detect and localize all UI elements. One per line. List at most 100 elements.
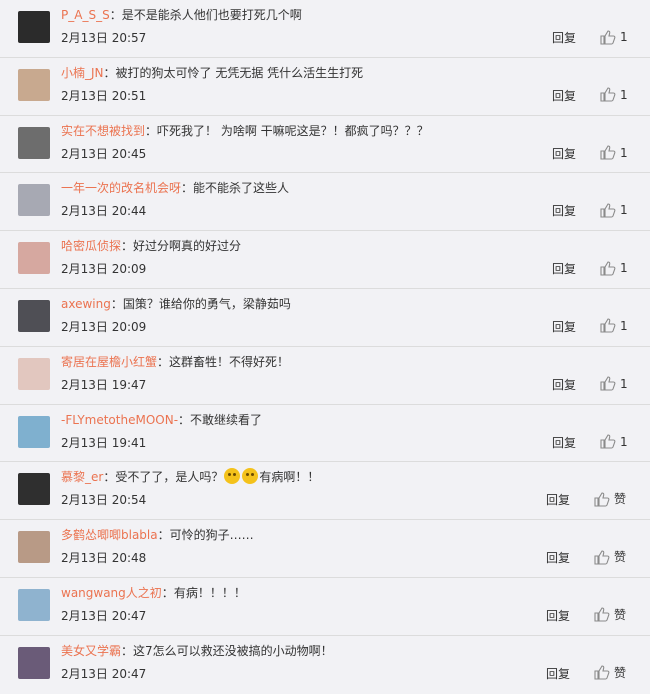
avatar[interactable]	[18, 68, 50, 101]
comment-username[interactable]: 小楠_JN	[61, 66, 104, 80]
comment-username[interactable]: 美女又学霸	[61, 644, 121, 658]
like-button[interactable]: 1	[600, 434, 628, 450]
comment-text-after: 有病啊！！	[259, 470, 320, 485]
like-button[interactable]: 1	[600, 87, 628, 103]
avatar[interactable]	[18, 184, 50, 217]
crying-emoji-icon	[224, 468, 241, 485]
reply-button[interactable]: 回复	[552, 319, 576, 335]
reply-button[interactable]: 回复	[552, 261, 576, 277]
avatar[interactable]	[18, 357, 50, 390]
comment-username[interactable]: wangwang人之初	[61, 586, 162, 600]
thumbs-up-icon	[600, 434, 616, 449]
like-count: 1	[620, 434, 628, 449]
comment-text: 这7怎么可以救还没被搞的小动物啊！	[133, 643, 333, 658]
avatar[interactable]	[18, 11, 50, 43]
like-count: 1	[620, 30, 628, 44]
comment-text: 是不是能杀人他们也要打死几个啊	[121, 8, 302, 22]
comment-item: P_A_S_S：是不是能杀人他们也要打死几个啊 2月13日 20:57 回复 1	[0, 0, 650, 58]
comment-list: P_A_S_S：是不是能杀人他们也要打死几个啊 2月13日 20:57 回复 1…	[0, 0, 650, 694]
avatar[interactable]	[18, 588, 50, 621]
comment-timestamp: 2月13日 20:09	[61, 262, 147, 277]
comment-username[interactable]: 慕黎_er	[61, 470, 103, 484]
reply-button[interactable]: 回复	[546, 550, 570, 566]
comment-item: 寄居在屋檐小红蟹：这群畜牲！不得好死！ 2月13日 19:47 回复 1	[0, 347, 650, 405]
avatar[interactable]	[18, 242, 50, 275]
thumbs-up-icon	[594, 550, 610, 565]
thumbs-up-icon	[600, 29, 616, 45]
like-button[interactable]: 1	[600, 260, 628, 276]
comment-item: -FLYmetotheMOON-：不敢继续看了 2月13日 19:41 回复 1	[0, 405, 650, 463]
like-button[interactable]: 赞	[594, 607, 626, 623]
comment-username[interactable]: P_A_S_S	[61, 8, 110, 22]
like-button[interactable]: 1	[600, 29, 628, 45]
like-button[interactable]: 1	[600, 376, 628, 392]
comment-timestamp: 2月13日 20:57	[61, 31, 147, 45]
like-count: 1	[620, 376, 628, 391]
comment-username[interactable]: axewing	[61, 297, 111, 311]
comment-item: 小楠_JN：被打的狗太可怜了 无凭无据 凭什么活生生打死 2月13日 20:51…	[0, 58, 650, 116]
comment-item: 美女又学霸：这7怎么可以救还没被搞的小动物啊！ 2月13日 20:47 回复 赞	[0, 636, 650, 694]
comment-timestamp: 2月13日 20:48	[61, 551, 147, 566]
comment-username[interactable]: 寄居在屋檐小红蟹	[61, 355, 157, 369]
avatar[interactable]	[18, 415, 50, 448]
comment-item: 实在不想被找到：吓死我了！ 为啥啊 干嘛呢这是？！都疯了吗？？？ 2月13日 2…	[0, 116, 650, 174]
reply-button[interactable]: 回复	[552, 88, 576, 104]
like-label: 赞	[614, 607, 627, 622]
thumbs-up-icon	[600, 318, 616, 334]
thumbs-up-icon	[600, 376, 616, 391]
like-label: 赞	[614, 665, 627, 680]
like-button[interactable]: 1	[600, 318, 628, 334]
like-count: 1	[620, 261, 628, 276]
reply-button[interactable]: 回复	[552, 377, 576, 393]
reply-button[interactable]: 回复	[552, 435, 576, 451]
like-button[interactable]: 赞	[594, 549, 626, 565]
reply-button[interactable]: 回复	[552, 203, 576, 219]
avatar[interactable]	[18, 531, 50, 564]
comment-timestamp: 2月13日 20:09	[61, 319, 147, 334]
avatar[interactable]	[18, 126, 50, 159]
comment-item: 多鹤怂唧唧blabla：可怜的狗子…… 2月13日 20:48 回复 赞	[0, 520, 650, 578]
comment-username[interactable]: 一年一次的改名机会呀	[61, 181, 181, 195]
like-count: 1	[620, 203, 628, 218]
comment-timestamp: 2月13日 19:47	[61, 377, 147, 392]
reply-button[interactable]: 回复	[546, 608, 570, 624]
avatar[interactable]	[18, 646, 50, 679]
comment-text: 能不能杀了这些人	[193, 181, 290, 196]
reply-button[interactable]: 回复	[546, 666, 570, 682]
like-count: 1	[620, 318, 628, 333]
thumbs-up-icon	[600, 203, 616, 218]
thumbs-up-icon	[600, 87, 616, 102]
thumbs-up-icon	[600, 145, 616, 160]
like-button[interactable]: 1	[600, 145, 628, 161]
comment-item: axewing：国策？谁给你的勇气，梁静茹吗 2月13日 20:09 回复 1	[0, 289, 650, 347]
comment-text: 国策？谁给你的勇气，梁静茹吗	[122, 296, 291, 311]
like-label: 赞	[614, 550, 627, 565]
comment-timestamp: 2月13日 20:54	[61, 493, 147, 508]
comment-username[interactable]: -FLYmetotheMOON-	[61, 413, 178, 427]
comment-text: 好过分啊真的好过分	[133, 239, 242, 254]
comment-item: 慕黎_er：受不了了，是人吗？ 有病啊！！ 2月13日 20:54 回复 赞	[0, 462, 650, 521]
avatar[interactable]	[18, 473, 50, 506]
comment-username[interactable]: 多鹤怂唧唧blabla	[61, 528, 158, 542]
like-label: 赞	[614, 492, 627, 507]
comment-username[interactable]: 哈密瓜侦探	[61, 239, 121, 253]
comment-timestamp: 2月13日 20:47	[61, 666, 147, 681]
comment-timestamp: 2月13日 19:41	[61, 435, 147, 450]
like-button[interactable]: 1	[600, 202, 628, 218]
comment-text: 被打的狗太可怜了 无凭无据 凭什么活生生打死	[115, 65, 364, 80]
comment-timestamp: 2月13日 20:44	[61, 204, 147, 219]
thumbs-up-icon	[594, 492, 610, 507]
reply-button[interactable]: 回复	[546, 492, 570, 508]
like-button[interactable]: 赞	[594, 665, 626, 681]
like-count: 1	[620, 87, 628, 102]
comment-timestamp: 2月13日 20:51	[61, 88, 147, 103]
thumbs-up-icon	[594, 607, 610, 623]
avatar[interactable]	[18, 299, 50, 332]
reply-button[interactable]: 回复	[552, 30, 576, 46]
like-count: 1	[620, 145, 628, 160]
reply-button[interactable]: 回复	[552, 146, 576, 162]
comment-username[interactable]: 实在不想被找到	[61, 124, 145, 138]
comment-text: 这群畜牲！不得好死！	[169, 354, 290, 369]
like-button[interactable]: 赞	[594, 491, 626, 507]
comment-text: 不敢继续看了	[190, 412, 263, 427]
